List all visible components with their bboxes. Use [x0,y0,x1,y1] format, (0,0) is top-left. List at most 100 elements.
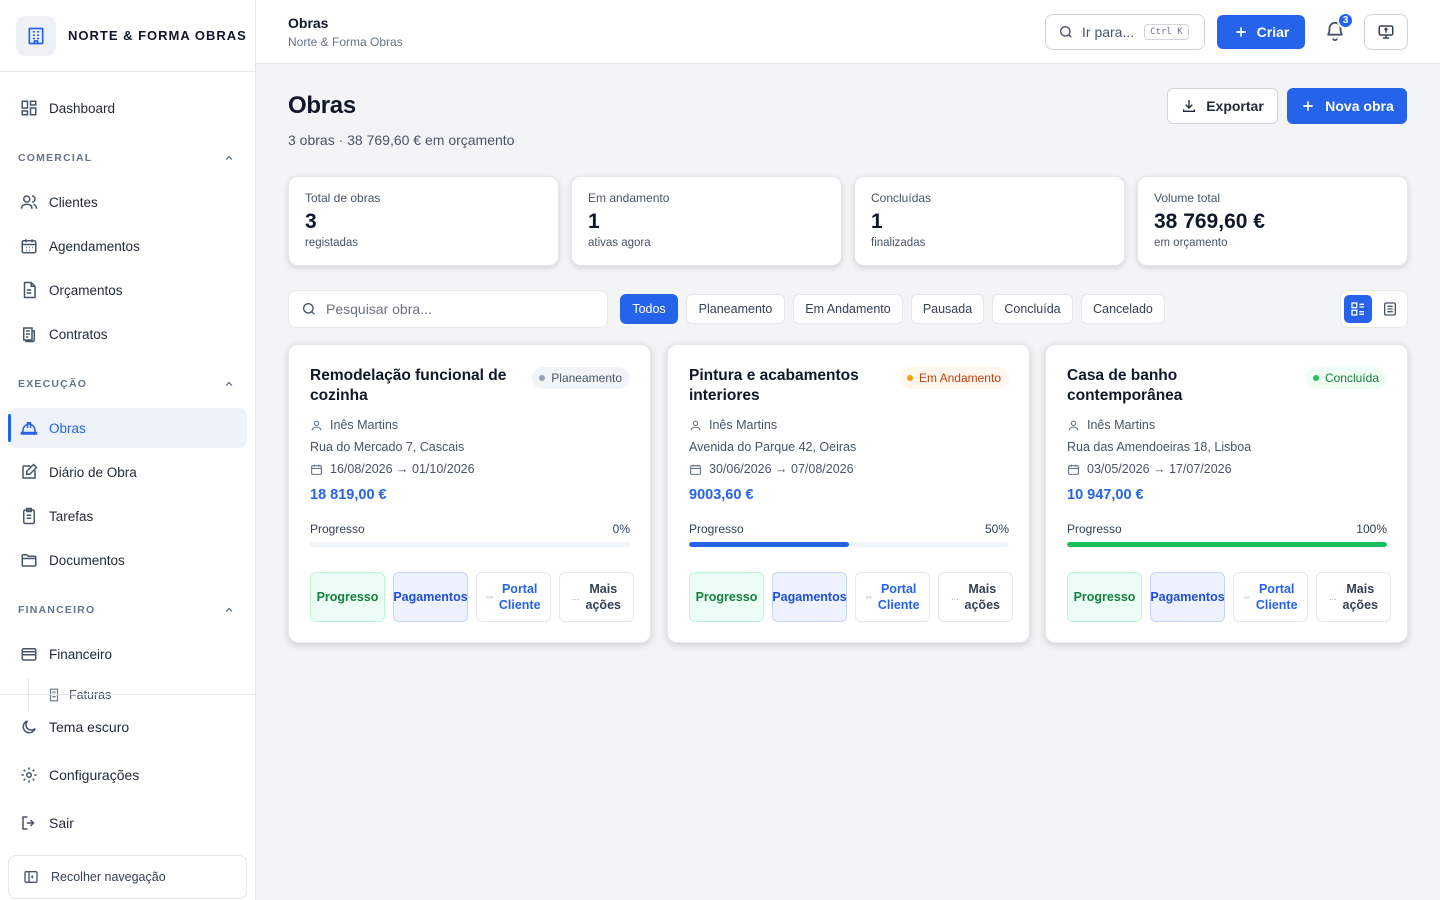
list-icon [1382,301,1398,317]
document-icon [20,281,38,299]
client-portal-button[interactable]: ◦◦ Portal Cliente [476,572,551,622]
sidebar-item-clientes[interactable]: Clientes [8,182,247,222]
status-label: Em Andamento [918,371,1001,385]
client-portal-button[interactable]: ◦◦ Portal Cliente [1233,572,1308,622]
goto-search-button[interactable]: Ir para... Ctrl K [1045,14,1205,50]
payments-button[interactable]: Pagamentos [772,572,847,622]
settings-label: Configurações [49,767,140,783]
progress-button[interactable]: Progresso [310,572,385,622]
filter-pausada[interactable]: Pausada [911,294,984,324]
project-client: Inês Martins [310,418,398,432]
payments-button[interactable]: Pagamentos [393,572,468,622]
sidebar-item-dashboard[interactable]: Dashboard [8,88,247,128]
grid-view-button[interactable] [1344,295,1372,323]
settings-link[interactable]: Configurações [8,753,247,797]
project-title: Remodelação funcional de cozinha [310,367,507,404]
project-card[interactable]: Remodelação funcional de cozinha Planeam… [288,344,651,643]
client-portal-button[interactable]: ◦◦ Portal Cliente [855,572,930,622]
shortcut-hint: Ctrl K [1144,24,1189,40]
folder-icon [20,551,38,569]
create-button[interactable]: Criar [1217,15,1305,49]
more-icon: ... [1329,592,1337,602]
brand-name: NORTE & FORMA OBRAS [68,28,247,43]
page-subtitle: 3 obras · 38 769,60 € em orçamento [288,132,515,148]
stat-hint: registadas [305,237,359,249]
sidebar-item-label: Dashboard [49,100,116,116]
users-icon [20,193,38,211]
more-actions-button[interactable]: ... Mais ações [559,572,634,622]
progress-button[interactable]: Progresso [689,572,764,622]
theme-toggle[interactable]: Tema escuro [8,705,247,749]
sidebar-item-label: Orçamentos [49,282,123,298]
export-label: Exportar [1206,98,1264,114]
collapse-nav-button[interactable]: Recolher navegação [8,855,247,899]
sidebar-item-tarefas[interactable]: Tarefas [8,496,247,536]
brand[interactable]: NORTE & FORMA OBRAS [0,0,255,72]
sidebar-item-label: Contratos [49,326,108,342]
card-actions: Progresso Pagamentos ◦◦ Portal Cliente ...… [1067,572,1391,622]
sidebar-item-agendamentos[interactable]: Agendamentos [8,226,247,266]
new-project-button[interactable]: Nova obra [1287,88,1407,124]
progress-percent: 50% [984,522,1009,536]
project-card[interactable]: Pintura e acabamentos interiores Em Anda… [667,344,1030,643]
project-title: Pintura e acabamentos interiores [689,367,859,404]
project-address: Rua do Mercado 7, Cascais [310,440,465,454]
dates-text: 30/06/2026 → 07/08/2026 [709,462,854,476]
stat-value: 38 769,60 € [1154,210,1265,233]
sidebar-item-label: Tarefas [49,508,94,524]
moon-icon [20,718,38,736]
sidebar-item-diario[interactable]: Diário de Obra [8,452,247,492]
section-financeiro[interactable]: FINANCEIRO [8,590,247,630]
filter-todos[interactable]: Todos [620,294,678,324]
sidebar-item-orcamentos[interactable]: Orçamentos [8,270,247,310]
collapse-nav-label: Recolher navegação [51,870,166,884]
stat-card-in-progress: Em andamento 1 ativas agora [571,176,842,266]
project-card[interactable]: Casa de banho contemporânea Concluída In… [1045,344,1408,643]
more-actions-button[interactable]: ... Mais ações [1316,572,1391,622]
screen-share-button[interactable] [1364,14,1408,50]
sidebar-item-financeiro[interactable]: Financeiro [8,634,247,674]
sidebar-item-documentos[interactable]: Documentos [8,540,247,580]
chevron-up-icon [223,604,235,616]
section-label: EXECUÇÃO [18,378,88,390]
section-comercial[interactable]: COMERCIAL [8,138,247,178]
stat-label: Volume total [1154,191,1221,205]
sidebar-item-label: Documentos [49,552,125,568]
more-icon: ... [951,592,959,602]
chevron-up-icon [223,152,235,164]
user-icon [689,419,702,432]
portal-label: Portal Cliente [877,582,920,612]
filter-em-andamento[interactable]: Em Andamento [793,294,903,324]
stat-label: Total de obras [305,191,381,205]
user-icon [310,419,323,432]
sidebar-item-label: Agendamentos [49,238,140,254]
building-icon [16,15,56,56]
view-toggle [1340,290,1408,328]
sidebar-item-obras[interactable]: Obras [8,408,247,448]
more-label: Mais ações [585,582,621,612]
export-button[interactable]: Exportar [1167,88,1278,124]
progress-fill [1067,542,1387,547]
filter-planeamento[interactable]: Planeamento [686,294,785,324]
logout-label: Sair [49,815,74,831]
search-input[interactable] [326,301,586,317]
client-name: Inês Martins [330,418,399,432]
more-actions-button[interactable]: ... Mais ações [938,572,1013,622]
section-execucao[interactable]: EXECUÇÃO [8,364,247,404]
section-label: FINANCEIRO [18,604,96,616]
progress-percent: 100% [1356,522,1387,536]
more-icon: ... [572,592,580,602]
project-search[interactable] [288,290,608,328]
stat-card-total: Total de obras 3 registadas [288,176,559,266]
payments-button[interactable]: Pagamentos [1150,572,1225,622]
progress-button[interactable]: Progresso [1067,572,1142,622]
logout-link[interactable]: Sair [8,801,247,845]
search-icon [301,301,317,317]
filter-cancelado[interactable]: Cancelado [1081,294,1165,324]
sidebar-item-contratos[interactable]: Contratos [8,314,247,354]
list-view-button[interactable] [1376,295,1404,323]
status-badge: Planeamento [532,367,630,389]
status-badge: Em Andamento [899,367,1009,389]
header-subtitle: Norte & Forma Obras [288,35,403,49]
filter-concluida[interactable]: Concluída [992,294,1073,324]
